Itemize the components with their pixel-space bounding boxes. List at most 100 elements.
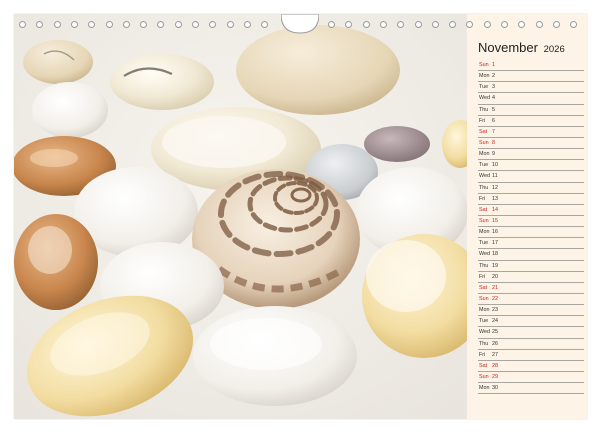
- date-number: 7: [492, 128, 495, 135]
- weekday-label: Fri: [479, 117, 486, 124]
- day-row: Wed 25: [478, 327, 584, 339]
- date-number: 16: [492, 229, 498, 236]
- day-row: Wed 4: [478, 93, 584, 105]
- calendar-panel: November 2026 Sun 1 Mon 2 Tue 3 Wed 4 Thu 5 Fri 6 Sa…: [467, 14, 587, 419]
- month-title: November 2026: [478, 40, 565, 55]
- weekday-label: Wed: [479, 95, 490, 102]
- weekday-label: Thu: [479, 184, 489, 191]
- binding-ring-icon: [53, 21, 61, 28]
- binding-ring-icon: [36, 21, 44, 28]
- weekday-label: Thu: [479, 106, 489, 113]
- day-row: Sat 7: [478, 127, 584, 138]
- date-number: 12: [492, 184, 498, 191]
- day-row: Mon 30: [478, 383, 584, 395]
- binding-ring-icon: [362, 21, 370, 28]
- weekday-label: Sat: [479, 284, 488, 291]
- date-number: 5: [492, 106, 495, 113]
- binding-ring-icon: [397, 21, 405, 28]
- day-row: Sat 14: [478, 205, 584, 216]
- binding-ring-icon: [122, 21, 130, 28]
- day-row: Thu 5: [478, 105, 584, 116]
- date-number: 26: [492, 340, 498, 347]
- day-row: Sat 28: [478, 361, 584, 372]
- date-number: 10: [492, 162, 498, 169]
- weekday-label: Wed: [479, 173, 490, 180]
- weekday-label: Tue: [479, 240, 489, 247]
- weekday-label: Mon: [479, 307, 490, 314]
- weekday-label: Sun: [479, 373, 489, 380]
- date-number: 3: [492, 84, 495, 91]
- day-list: Sun 1 Mon 2 Tue 3 Wed 4 Thu 5 Fri 6 Sat 7 Sun 8 Mon 9 Tue 1…: [478, 60, 584, 395]
- binding-ring-icon: [466, 21, 474, 28]
- photo-illustration: [14, 14, 467, 419]
- date-number: 17: [492, 240, 498, 247]
- date-number: 14: [492, 206, 498, 213]
- date-number: 1: [492, 62, 495, 68]
- weekday-label: Thu: [479, 340, 489, 347]
- day-row: Fri 13: [478, 194, 584, 205]
- weekday-label: Thu: [479, 262, 489, 269]
- binding-ring-icon: [209, 21, 217, 28]
- weekday-label: Wed: [479, 251, 490, 258]
- binding-ring-icon: [328, 21, 335, 28]
- binding-ring-icon: [449, 21, 457, 28]
- weekday-label: Mon: [479, 229, 490, 236]
- binding-ring-icon: [243, 21, 251, 28]
- day-row: Sat 21: [478, 283, 584, 294]
- day-row: Fri 20: [478, 272, 584, 283]
- day-row: Tue 10: [478, 160, 584, 172]
- day-row: Fri 6: [478, 116, 584, 127]
- weekday-label: Fri: [479, 195, 486, 202]
- date-number: 20: [492, 273, 498, 280]
- date-number: 30: [492, 385, 498, 392]
- date-number: 6: [492, 117, 495, 124]
- weekday-label: Sun: [479, 139, 489, 146]
- day-row: Tue 24: [478, 316, 584, 328]
- day-row: Sun 22: [478, 294, 584, 306]
- date-number: 19: [492, 262, 498, 269]
- binding-ring-icon: [345, 21, 353, 28]
- day-row: Mon 23: [478, 305, 584, 317]
- binding-ring-icon: [535, 21, 543, 28]
- binding-ring-icon: [518, 21, 526, 28]
- date-number: 21: [492, 284, 498, 291]
- day-row: Tue 3: [478, 82, 584, 94]
- binding-ring-icon: [483, 21, 491, 28]
- day-row: Tue 17: [478, 238, 584, 250]
- date-number: 27: [492, 351, 498, 358]
- date-number: 24: [492, 318, 498, 325]
- binding-ring-icon: [105, 21, 113, 28]
- day-row: Sun 15: [478, 216, 584, 228]
- weekday-label: Mon: [479, 73, 490, 80]
- day-row: Thu 12: [478, 183, 584, 194]
- date-number: 4: [492, 95, 495, 102]
- binding-ring-icon: [570, 21, 578, 28]
- binding-ring-icon: [379, 21, 387, 28]
- binding-ring-icon: [19, 21, 26, 28]
- day-row: Sun 29: [478, 372, 584, 384]
- weekday-label: Tue: [479, 318, 489, 325]
- day-row: Thu 26: [478, 339, 584, 350]
- date-number: 9: [492, 151, 495, 158]
- binding-ring-icon: [88, 21, 96, 28]
- date-number: 8: [492, 139, 495, 146]
- binding-ring-icon: [261, 21, 269, 28]
- date-number: 13: [492, 195, 498, 202]
- day-row: Mon 2: [478, 71, 584, 83]
- binding-ring-icon: [157, 21, 165, 28]
- day-row: Sun 8: [478, 138, 584, 150]
- weekday-label: Sun: [479, 62, 489, 68]
- weekday-label: Mon: [479, 151, 490, 158]
- weekday-label: Sun: [479, 295, 489, 302]
- date-number: 11: [492, 173, 498, 180]
- weekday-label: Wed: [479, 329, 490, 336]
- date-number: 23: [492, 307, 498, 314]
- binding-ring-icon: [226, 21, 234, 28]
- binding-ring-icon: [192, 21, 199, 28]
- binding-ring-icon: [140, 21, 148, 28]
- weekday-label: Tue: [479, 162, 489, 169]
- day-row: Wed 18: [478, 249, 584, 261]
- hanger-icon: [281, 14, 319, 34]
- date-number: 15: [492, 217, 498, 224]
- weekday-label: Tue: [479, 84, 489, 91]
